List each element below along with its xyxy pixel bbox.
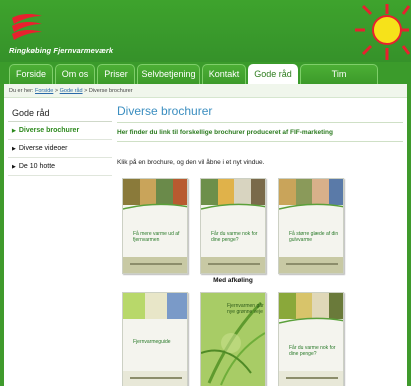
page-title: Diverse brochurer: [117, 104, 213, 118]
brochure-footer: [279, 371, 343, 386]
arrow-right-icon: ▶: [12, 164, 16, 170]
brochure-title: Fjernvarmeguide: [133, 339, 171, 345]
sidebar: Gode råd ▶ Diverse brochurer ▶ Diverse vid…: [8, 104, 112, 176]
brochure-footer: [201, 257, 265, 273]
content-area: Du er her: Forside > Gode råd > Diverse …: [4, 84, 407, 386]
sidebar-item-label: Diverse brochurer: [18, 127, 80, 134]
breadcrumb-current: Diverse brochurer: [88, 88, 133, 94]
sidebar-item-label: De 10 hotte: [18, 163, 56, 170]
sidebar-item-diverse-brochurer[interactable]: ▶ Diverse brochurer: [8, 122, 112, 140]
brochure-footer: [279, 257, 343, 273]
brochure-title: Få mere varme ud af fjernvarmen: [133, 231, 180, 243]
sidebar-item-label: Diverse videoer: [18, 145, 68, 152]
tab-priser[interactable]: Priser: [97, 64, 135, 84]
lead-text: Her finder du link til forskellige broch…: [117, 129, 333, 136]
brochure-footer: [123, 371, 187, 386]
brochure-photos: [123, 293, 187, 323]
main-content: Diverse brochurer Her finder du link til…: [117, 104, 403, 166]
brochure-card[interactable]: Få mere varme ud af fjernvarmen: [122, 178, 188, 274]
tab-om-os[interactable]: Om os: [55, 64, 95, 84]
divider: [117, 141, 403, 142]
tab-selvbetjening[interactable]: Selvbetjening: [137, 64, 200, 84]
breadcrumb: Du er her: Forside > Gode råd > Diverse …: [4, 84, 407, 98]
site-name[interactable]: Ringkøbing Fjernvarmeværk: [9, 46, 113, 55]
breadcrumb-separator: >: [84, 88, 88, 94]
instruction-text: Klik på en brochure, og den vil åbne i e…: [117, 159, 265, 166]
logo-flame-icon[interactable]: [10, 12, 44, 42]
brochure-swoosh: [123, 203, 187, 215]
sidebar-item-de-10-hotte[interactable]: ▶ De 10 hotte: [8, 158, 112, 176]
divider: [117, 122, 403, 123]
tab-gode-raad[interactable]: Gode råd: [248, 64, 298, 84]
brochure-swoosh: [279, 317, 343, 329]
sun-icon: [355, 4, 411, 60]
tab-forside[interactable]: Forside: [9, 64, 53, 84]
brochure-card[interactable]: Fjernvarmeguide: [122, 292, 188, 386]
site-header: Ringkøbing Fjernvarmeværk: [0, 0, 411, 64]
tab-kontakt[interactable]: Kontakt: [202, 64, 246, 84]
brochure-card[interactable]: Får du varme nok for dine penge?: [200, 178, 266, 274]
sidebar-item-diverse-videoer[interactable]: ▶ Diverse videoer: [8, 140, 112, 158]
brochure-title: Fjernvarmen går nye grønne veje: [227, 303, 264, 315]
brochure-title: Får du varme nok for dine penge?: [211, 231, 258, 243]
main-nav: Forside Om os Priser Selvbetjening Konta…: [0, 62, 411, 98]
brochure-title: Få større glæde af din gulvvarme: [289, 231, 339, 243]
tab-tim-kraftvarmevaerk[interactable]: Tim Kraftvarmeværk: [300, 64, 378, 98]
sidebar-title: Gode råd: [8, 104, 112, 122]
breadcrumb-prefix: Du er her:: [9, 88, 34, 94]
brochure-card[interactable]: Får du varme nok for dine penge?: [278, 292, 344, 386]
brochure-swoosh: [279, 203, 343, 215]
breadcrumb-separator: >: [54, 88, 59, 94]
brochure-title: Får du varme nok for dine penge?: [289, 345, 336, 357]
breadcrumb-link-gode-raad[interactable]: Gode råd: [60, 88, 83, 94]
brochure-card[interactable]: Få større glæde af din gulvvarme: [278, 178, 344, 274]
arrow-right-icon: ▶: [12, 146, 16, 152]
brochure-caption: Med afkøling: [213, 277, 253, 284]
breadcrumb-link-forside[interactable]: Forside: [35, 88, 53, 94]
brochure-footer: [123, 257, 187, 273]
arrow-right-icon: ▶: [12, 128, 16, 134]
brochure-swoosh: [201, 203, 265, 215]
brochure-card[interactable]: Fjernvarmen går nye grønne veje: [200, 292, 266, 386]
